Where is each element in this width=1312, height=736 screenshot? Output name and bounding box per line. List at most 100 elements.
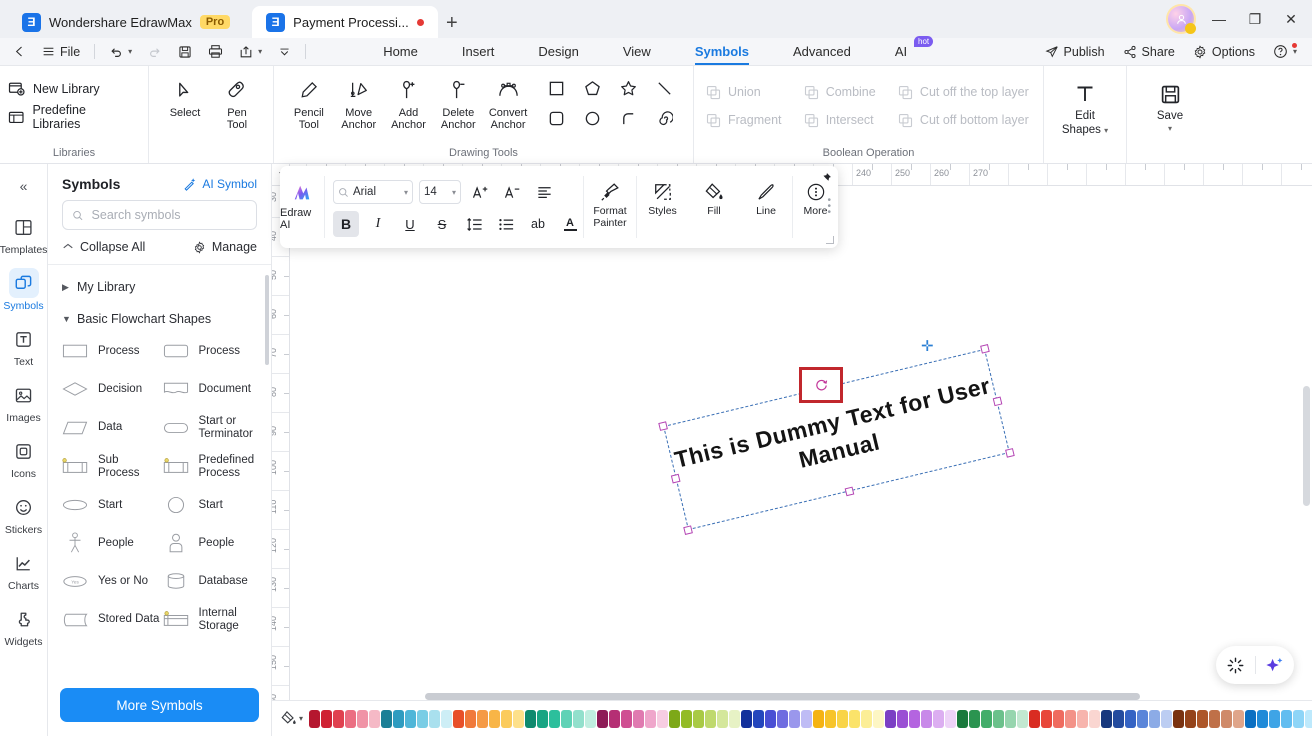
- symbols-scroll-area[interactable]: ▶ My Library ▼ Basic Flowchart Shapes Pr…: [48, 265, 271, 678]
- square-icon[interactable]: [548, 80, 565, 102]
- tool-select[interactable]: Select: [159, 72, 211, 119]
- symbol-stored-data[interactable]: Stored Data: [60, 607, 161, 632]
- color-swatch[interactable]: [981, 709, 993, 728]
- color-swatch[interactable]: [333, 709, 345, 728]
- back-button[interactable]: [6, 41, 33, 63]
- ai-symbol-button[interactable]: AI Symbol: [183, 177, 257, 191]
- arc-icon[interactable]: [620, 110, 637, 132]
- color-swatch[interactable]: [1281, 709, 1293, 728]
- symbol-yes-or-no[interactable]: Yes Yes or No: [60, 569, 161, 593]
- color-swatch[interactable]: [561, 709, 573, 728]
- toolbar-resize-grip[interactable]: [826, 236, 834, 244]
- library-group-my-library[interactable]: ▶ My Library: [48, 271, 271, 303]
- sidebar-item-stickers[interactable]: Stickers: [1, 492, 47, 536]
- color-swatch[interactable]: [441, 709, 453, 728]
- color-swatch[interactable]: [597, 709, 609, 728]
- tool-pen[interactable]: Pen Tool: [211, 72, 263, 131]
- align-button[interactable]: [531, 179, 557, 205]
- color-swatch[interactable]: [729, 709, 741, 728]
- fill-color-dropdown[interactable]: ▾: [278, 710, 309, 727]
- color-swatch[interactable]: [1125, 709, 1137, 728]
- bool-intersect[interactable]: Intersect: [804, 113, 878, 128]
- redo-button[interactable]: [141, 41, 169, 63]
- color-swatch[interactable]: [621, 709, 633, 728]
- tab-payment-processing[interactable]: Ǝ Payment Processi...: [252, 6, 438, 38]
- symbol-decision[interactable]: Decision: [60, 377, 161, 401]
- rotate-handle[interactable]: [799, 367, 843, 403]
- edit-shapes-button[interactable]: Edit Shapes ▾: [1056, 72, 1114, 136]
- line-spacing-button[interactable]: [461, 211, 487, 237]
- color-swatch[interactable]: [861, 709, 873, 728]
- color-swatch[interactable]: [525, 709, 537, 728]
- tab-ai[interactable]: AI hot: [873, 35, 935, 66]
- symbol-start-ellipse[interactable]: Start: [60, 493, 161, 517]
- decrease-font-size-button[interactable]: [499, 179, 525, 205]
- color-swatch[interactable]: [369, 709, 381, 728]
- tool-convert-anchor[interactable]: Convert Anchor: [483, 72, 533, 131]
- save-button[interactable]: Save ▾: [1141, 72, 1199, 133]
- pentagon-icon[interactable]: [584, 80, 601, 102]
- tab-wondershare-edrawmax[interactable]: Ǝ Wondershare EdrawMax Pro: [8, 6, 244, 38]
- color-swatch[interactable]: [309, 709, 321, 728]
- color-swatch[interactable]: [1149, 709, 1161, 728]
- quick-actions-button[interactable]: [1216, 656, 1255, 675]
- bullet-list-button[interactable]: [493, 211, 519, 237]
- color-swatch[interactable]: [357, 709, 369, 728]
- color-swatch[interactable]: [669, 709, 681, 728]
- color-swatch[interactable]: [1041, 709, 1053, 728]
- resize-handle-sw[interactable]: [683, 525, 693, 535]
- circle-icon[interactable]: [584, 110, 601, 132]
- panel-scrollbar[interactable]: [265, 275, 269, 365]
- export-button[interactable]: ▾: [232, 41, 269, 63]
- color-swatch[interactable]: [789, 709, 801, 728]
- manage-button[interactable]: Manage: [193, 240, 257, 254]
- vertical-ruler[interactable]: 30405060708090100110120130140150160: [272, 186, 290, 700]
- symbol-process-rounded[interactable]: Process: [161, 339, 262, 363]
- increase-font-size-button[interactable]: [467, 179, 493, 205]
- color-swatch[interactable]: [633, 709, 645, 728]
- strikethrough-button[interactable]: S: [429, 211, 455, 237]
- minimize-button[interactable]: —: [1208, 11, 1230, 27]
- sidebar-item-icons[interactable]: Icons: [1, 436, 47, 480]
- color-swatch[interactable]: [585, 709, 597, 728]
- sidebar-item-text[interactable]: Text: [1, 324, 47, 368]
- symbol-people-figure[interactable]: People: [60, 531, 161, 555]
- color-swatch[interactable]: [753, 709, 765, 728]
- symbol-internal-storage[interactable]: Internal Storage: [161, 607, 262, 632]
- color-swatch[interactable]: [1113, 709, 1125, 728]
- color-swatch[interactable]: [1017, 709, 1029, 728]
- color-swatch[interactable]: [741, 709, 753, 728]
- horizontal-scrollbar-track[interactable]: [425, 693, 1140, 700]
- sidebar-item-images[interactable]: Images: [1, 380, 47, 424]
- color-swatch[interactable]: [345, 709, 357, 728]
- color-swatch[interactable]: [489, 709, 501, 728]
- bool-union[interactable]: Union: [706, 85, 784, 100]
- library-group-basic-flowchart[interactable]: ▼ Basic Flowchart Shapes: [48, 303, 271, 335]
- color-swatch[interactable]: [1137, 709, 1149, 728]
- tab-advanced[interactable]: Advanced: [771, 38, 873, 66]
- color-swatch[interactable]: [1293, 709, 1305, 728]
- color-swatch[interactable]: [801, 709, 813, 728]
- color-swatch[interactable]: [573, 709, 585, 728]
- more-symbols-button[interactable]: More Symbols: [60, 688, 259, 722]
- edraw-ai-button[interactable]: Edraw AI: [280, 176, 325, 238]
- color-swatch[interactable]: [705, 709, 717, 728]
- color-swatch[interactable]: [1221, 709, 1233, 728]
- tab-symbols[interactable]: Symbols: [673, 38, 771, 66]
- resize-handle-e[interactable]: [992, 396, 1003, 406]
- search-input[interactable]: [91, 208, 247, 222]
- tool-delete-anchor[interactable]: Delete Anchor: [433, 72, 483, 131]
- chevron-down-icon[interactable]: ▾: [1168, 124, 1172, 133]
- sidebar-item-symbols[interactable]: Symbols: [1, 268, 47, 312]
- horizontal-scrollbar-thumb[interactable]: [425, 693, 1140, 700]
- color-swatch[interactable]: [1053, 709, 1065, 728]
- tab-view[interactable]: View: [601, 38, 673, 66]
- color-swatch[interactable]: [693, 709, 705, 728]
- color-swatch[interactable]: [873, 709, 885, 728]
- color-swatch[interactable]: [1245, 709, 1257, 728]
- color-swatch[interactable]: [465, 709, 477, 728]
- color-swatch[interactable]: [1197, 709, 1209, 728]
- collapse-all-button[interactable]: Collapse All: [62, 240, 145, 254]
- color-swatch[interactable]: [1233, 709, 1245, 728]
- collapse-panel-button[interactable]: «: [9, 172, 39, 200]
